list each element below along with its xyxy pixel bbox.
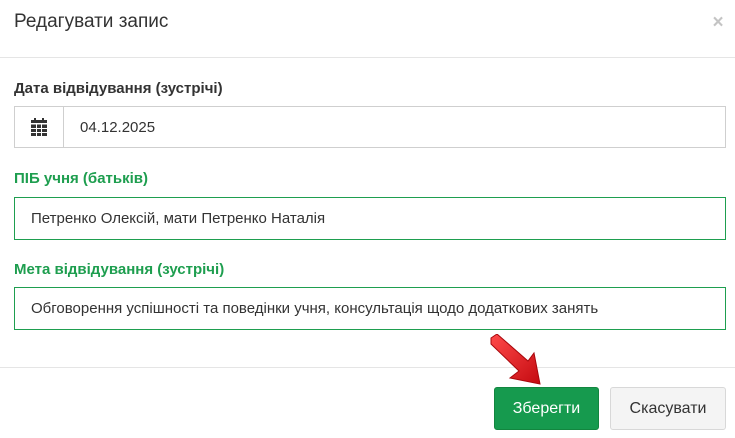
modal-title: Редагувати запис [14,11,169,32]
edit-record-modal: Редагувати запис × Дата відвідування (зу… [0,0,735,438]
cancel-button[interactable]: Скасувати [610,387,726,430]
date-input-group [14,106,726,148]
purpose-label: Мета відвідування (зустрічі) [14,261,225,278]
student-input[interactable] [14,197,726,240]
calendar-icon[interactable] [15,107,64,147]
pointer-arrow-icon [490,334,541,385]
modal-header: Редагувати запис × [0,0,735,58]
calendar-icon-svg [31,118,47,136]
date-label: Дата відвідування (зустрічі) [14,80,223,97]
purpose-input[interactable] [14,287,726,330]
close-icon[interactable]: × [709,13,727,33]
date-input[interactable] [64,107,725,147]
student-label: ПІБ учня (батьків) [14,170,148,187]
save-button[interactable]: Зберегти [494,387,599,430]
